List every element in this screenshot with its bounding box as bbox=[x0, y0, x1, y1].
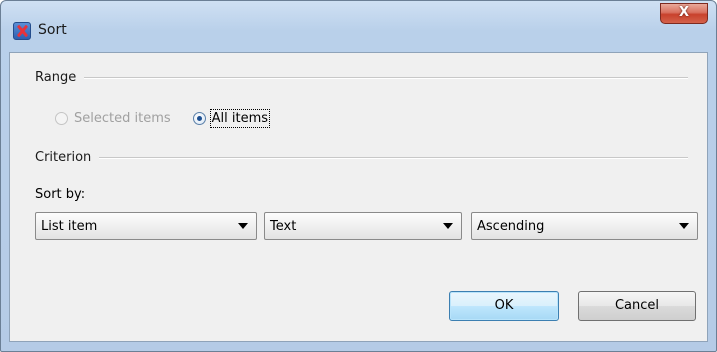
range-separator bbox=[84, 76, 688, 79]
dialog-title: Sort bbox=[38, 22, 67, 38]
criterion-label: Criterion bbox=[35, 150, 92, 165]
sort-dialog: Sort X Range Selected items All items Cr… bbox=[0, 0, 717, 352]
close-button[interactable]: X bbox=[660, 3, 708, 24]
selected-items-radio[interactable] bbox=[55, 112, 68, 125]
sort-type-value: Text bbox=[270, 218, 297, 234]
selected-items-label: Selected items bbox=[74, 111, 171, 126]
sort-order-select[interactable]: Ascending bbox=[471, 212, 698, 240]
title-bar[interactable]: Sort X bbox=[1, 1, 716, 51]
all-items-radio[interactable] bbox=[192, 112, 206, 125]
range-label: Range bbox=[35, 70, 77, 85]
app-icon bbox=[13, 22, 31, 40]
dialog-client-area: Range Selected items All items Criterion… bbox=[9, 52, 708, 342]
sort-by-label: Sort by: bbox=[35, 187, 86, 202]
range-options: Selected items All items bbox=[55, 109, 271, 128]
cancel-button[interactable]: Cancel bbox=[578, 291, 696, 321]
sort-field-value: List item bbox=[41, 218, 98, 234]
chevron-down-icon bbox=[443, 223, 453, 229]
sort-type-select[interactable]: Text bbox=[264, 212, 462, 240]
sort-field-select[interactable]: List item bbox=[35, 212, 257, 240]
all-items-label: All items bbox=[209, 109, 271, 128]
range-group: Range bbox=[35, 70, 688, 85]
criterion-group: Criterion bbox=[35, 150, 688, 165]
close-icon: X bbox=[678, 5, 690, 20]
sort-order-value: Ascending bbox=[477, 218, 545, 234]
chevron-down-icon bbox=[238, 223, 248, 229]
chevron-down-icon bbox=[679, 223, 689, 229]
criterion-separator bbox=[99, 156, 688, 159]
ok-button[interactable]: OK bbox=[449, 291, 559, 321]
